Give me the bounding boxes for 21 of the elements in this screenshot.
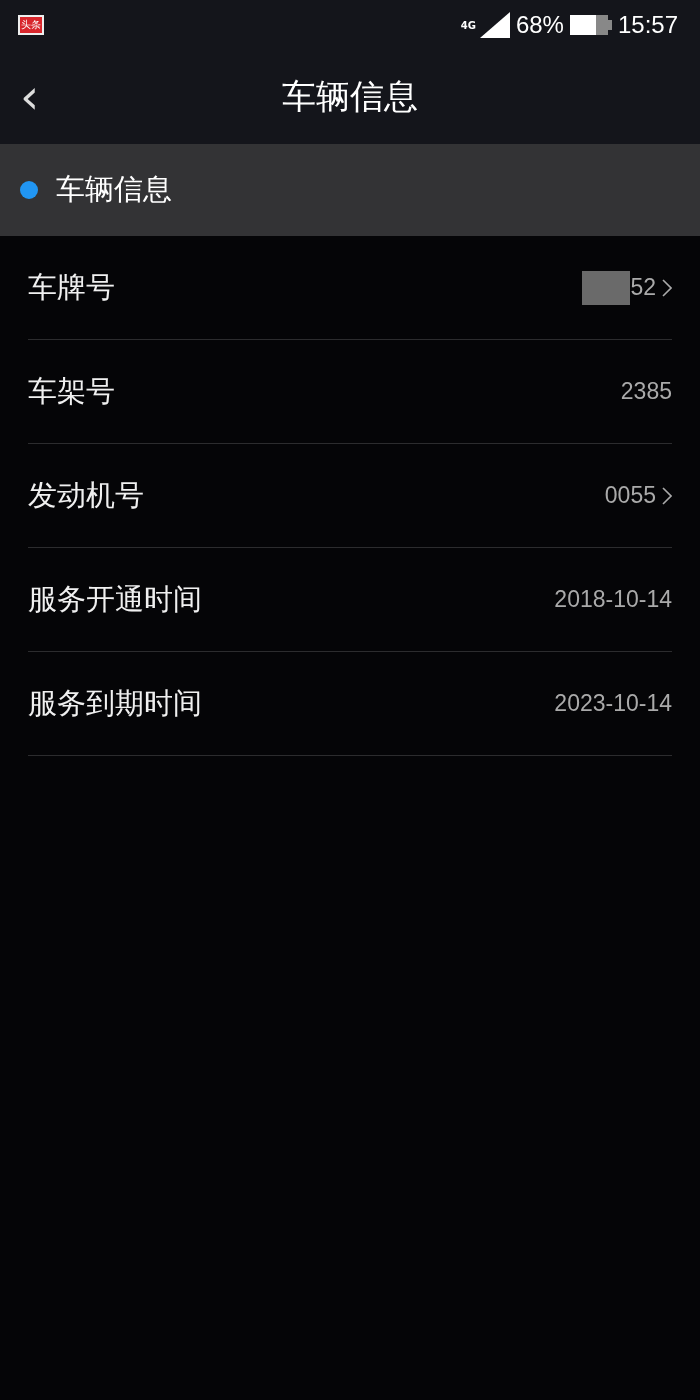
battery-icon bbox=[569, 14, 612, 36]
clock: 15:57 bbox=[617, 11, 678, 39]
row-label: 服务到期时间 bbox=[28, 684, 203, 722]
row-value: 2023-10-14 bbox=[554, 690, 672, 717]
network-type: 4G bbox=[460, 19, 476, 31]
info-row[interactable]: 车牌号 52 bbox=[28, 236, 672, 340]
row-value: 2385 bbox=[620, 378, 672, 405]
battery-percent: 68% bbox=[515, 11, 564, 39]
page-title: 车辆信息 bbox=[282, 75, 418, 118]
signal-icon bbox=[479, 12, 510, 38]
row-label: 车牌号 bbox=[28, 268, 116, 306]
info-row[interactable]: 发动机号 0055 bbox=[28, 444, 672, 548]
row-value: 2018-10-14 bbox=[554, 586, 672, 613]
row-value: 52 bbox=[630, 274, 656, 301]
row-label: 车架号 bbox=[28, 372, 116, 410]
app-badge-icon: 头条 bbox=[18, 15, 44, 35]
row-label: 服务开通时间 bbox=[28, 580, 203, 618]
back-button[interactable]: ‹ bbox=[14, 72, 46, 120]
row-label: 发动机号 bbox=[28, 476, 145, 514]
row-value: 0055 bbox=[604, 482, 656, 509]
section-title: 车辆信息 bbox=[56, 171, 172, 208]
